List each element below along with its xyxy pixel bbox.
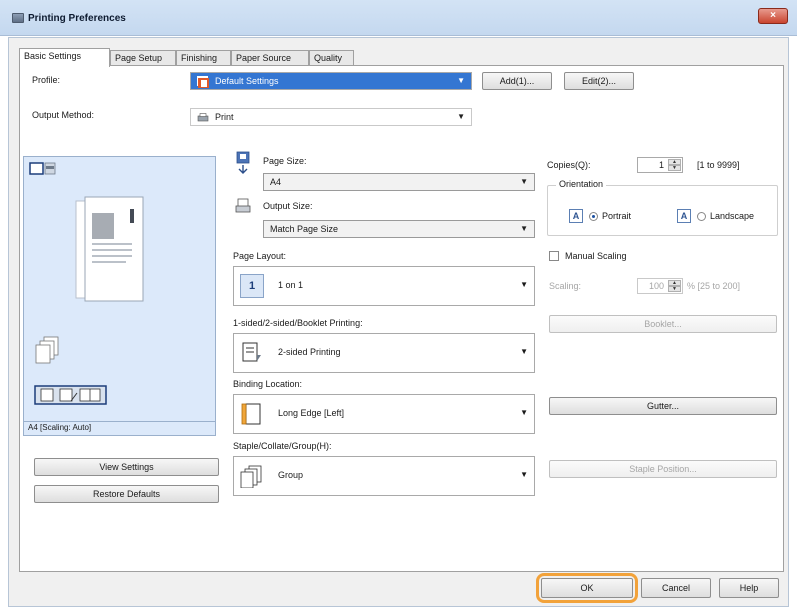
sided-printing-select[interactable]: 2-sided Printing ▼	[233, 333, 535, 373]
landscape-radio[interactable]	[697, 212, 706, 221]
scaling-label: Scaling:	[549, 281, 582, 291]
binding-location-label: Binding Location:	[233, 379, 303, 389]
output-size-icon	[235, 198, 251, 216]
landscape-label[interactable]: Landscape	[710, 211, 754, 221]
profile-label: Profile:	[32, 75, 61, 85]
staple-label: Staple/Collate/Group(H):	[233, 441, 332, 451]
copies-spinner[interactable]: 1 ▲ ▼	[637, 157, 683, 173]
manual-scaling-checkbox[interactable]	[549, 251, 559, 261]
print-icon	[197, 112, 209, 128]
copies-value: 1	[658, 160, 664, 170]
tab-finishing[interactable]: Finishing	[176, 50, 231, 66]
scaling-range: % [25 to 200]	[687, 281, 741, 291]
chevron-down-icon: ▼	[520, 408, 528, 417]
printer-icon	[12, 13, 24, 23]
portrait-icon: A	[569, 209, 583, 223]
scaling-spinner[interactable]: 100 ▲ ▼	[637, 278, 683, 294]
page-size-label: Page Size:	[263, 156, 307, 166]
chevron-down-icon: ▼	[457, 112, 465, 121]
profile-value: Default Settings	[215, 76, 279, 86]
profile-select[interactable]: Default Settings ▼	[190, 72, 472, 90]
page-size-value: A4	[270, 177, 282, 187]
binding-location-value: Long Edge [Left]	[278, 408, 345, 418]
copies-label: Copies(Q):	[547, 160, 591, 170]
dialog-client: Basic Settings Page Setup Finishing Pape…	[8, 37, 789, 607]
profile-add-button[interactable]: Add(1)...	[482, 72, 552, 90]
close-button[interactable]: ×	[758, 8, 788, 24]
chevron-down-icon: ▼	[520, 280, 528, 289]
preview-status: A4 [Scaling: Auto]	[23, 422, 216, 436]
profile-edit-button[interactable]: Edit(2)...	[564, 72, 634, 90]
output-method-select[interactable]: Print ▼	[190, 108, 472, 126]
chevron-down-icon: ▼	[520, 347, 528, 356]
ok-button[interactable]: OK	[541, 578, 633, 598]
tab-basic-settings[interactable]: Basic Settings	[19, 48, 110, 67]
two-sided-icon	[240, 341, 264, 365]
restore-defaults-button[interactable]: Restore Defaults	[34, 485, 219, 503]
binding-icon	[240, 402, 264, 426]
page-layout-label: Page Layout:	[233, 251, 287, 261]
title-bar[interactable]: Printing Preferences ×	[0, 0, 797, 36]
page-layout-icon: 1	[240, 274, 264, 298]
binding-location-select[interactable]: Long Edge [Left] ▼	[233, 394, 535, 434]
page-size-select[interactable]: A4 ▼	[263, 173, 535, 191]
output-size-select[interactable]: Match Page Size ▼	[263, 220, 535, 238]
orientation-group: Orientation A Portrait A Landscape	[547, 179, 778, 236]
orientation-label: Orientation	[556, 179, 607, 189]
tab-quality[interactable]: Quality	[309, 50, 354, 66]
portrait-label[interactable]: Portrait	[602, 211, 631, 221]
group-icon	[240, 464, 264, 489]
scaling-value: 100	[648, 281, 664, 291]
staple-select[interactable]: Group ▼	[233, 456, 535, 496]
staple-value: Group	[278, 470, 304, 480]
page-preview	[23, 156, 216, 422]
printing-preferences-window: Printing Preferences × Basic Settings Pa…	[0, 0, 797, 609]
profile-icon	[197, 76, 209, 88]
tab-page-setup[interactable]: Page Setup	[110, 50, 176, 66]
manual-scaling-label[interactable]: Manual Scaling	[565, 251, 627, 261]
tab-paper-source[interactable]: Paper Source	[231, 50, 309, 66]
output-size-label: Output Size:	[263, 201, 313, 211]
sided-printing-value: 2-sided Printing	[278, 347, 341, 357]
page-layout-select[interactable]: 1 1 on 1 ▼	[233, 266, 535, 306]
chevron-down-icon: ▼	[457, 76, 465, 85]
portrait-radio[interactable]	[589, 212, 598, 221]
gutter-button[interactable]: Gutter...	[549, 397, 777, 415]
chevron-down-icon: ▼	[520, 177, 528, 186]
booklet-button[interactable]: Booklet...	[549, 315, 777, 333]
sided-printing-label: 1-sided/2-sided/Booklet Printing:	[233, 318, 363, 328]
landscape-icon: A	[677, 209, 691, 223]
chevron-down-icon: ▼	[520, 224, 528, 233]
preview-graphics	[29, 162, 144, 405]
output-method-value: Print	[215, 112, 234, 122]
window-title: Printing Preferences	[28, 13, 126, 24]
output-method-label: Output Method:	[32, 110, 95, 120]
page-size-icon	[235, 151, 251, 177]
output-size-value: Match Page Size	[270, 224, 339, 234]
spin-down-icon[interactable]: ▼	[668, 286, 681, 292]
page-layout-value: 1 on 1	[278, 280, 304, 290]
spin-down-icon[interactable]: ▼	[668, 165, 681, 171]
help-button[interactable]: Help	[719, 578, 779, 598]
cancel-button[interactable]: Cancel	[641, 578, 711, 598]
chevron-down-icon: ▼	[520, 470, 528, 479]
view-settings-button[interactable]: View Settings	[34, 458, 219, 476]
copies-range: [1 to 9999]	[697, 160, 740, 170]
staple-position-button[interactable]: Staple Position...	[549, 460, 777, 478]
